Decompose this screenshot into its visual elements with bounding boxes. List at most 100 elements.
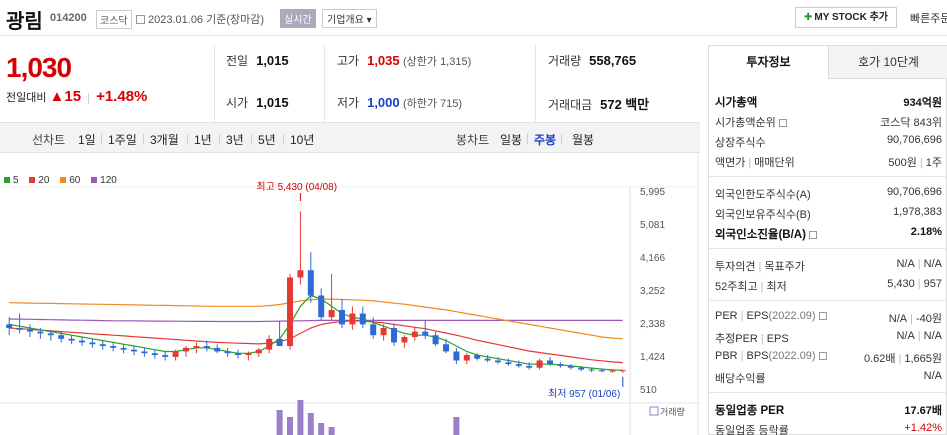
volume-label: 거래량 (548, 54, 582, 68)
candle-body (339, 309, 345, 325)
candle-body (474, 355, 481, 359)
line-chart-label: 선차트 (32, 133, 66, 147)
add-mystock-button[interactable]: ✚ MY STOCK 추가 (795, 7, 897, 28)
low-price: 저가 1,000 (하한가 715) (337, 94, 462, 111)
divider: | (758, 261, 762, 273)
candle-body (37, 331, 44, 334)
period-1d[interactable]: 1일 (78, 131, 96, 148)
info-label: 상장주식수 (715, 137, 766, 149)
y-tick-label: 510 (640, 385, 657, 396)
divider: | (526, 131, 530, 145)
candle-body (27, 329, 33, 332)
info-label-2: EPS (766, 333, 789, 345)
quote-date: 2023.01.06 기준(장마감) (136, 11, 264, 27)
info-label: 시가총액순위 (715, 114, 787, 130)
candle-body (99, 344, 106, 347)
volume-bar (453, 417, 460, 435)
help-icon[interactable] (778, 119, 787, 127)
help-icon[interactable] (818, 352, 827, 360)
open-value: 1,015 (256, 95, 289, 110)
volume-bar (318, 423, 325, 435)
invest-info-panel: 투자정보 호가 10단계 시가총액 934억원 시가총액순위 코스닥 843위 상장주식… (708, 45, 947, 435)
info-period: (2022.09) (768, 350, 816, 362)
candle-daily[interactable]: 일봉 (500, 131, 522, 148)
trade-amount: 거래대금 572 백만 (548, 94, 649, 113)
candle-body (203, 346, 210, 348)
calendar-icon (136, 15, 145, 24)
volume-bar (287, 417, 293, 435)
info-value-2: N/A (923, 330, 942, 342)
tab-invest-info[interactable]: 투자정보 (709, 46, 829, 79)
candle-body (547, 360, 553, 365)
realtime-button[interactable]: 실시간 (280, 9, 316, 28)
info-value: +1.42% (904, 422, 942, 434)
plus-icon: ✚ (804, 12, 813, 23)
up-arrow-icon: ▲ (49, 88, 65, 105)
candle-body (557, 364, 564, 366)
period-10y[interactable]: 10년 (290, 131, 314, 148)
price-chart[interactable]: 5 20 60 120 5,995 5,081 4,166 3,252 2,338 1,4… (0, 153, 700, 435)
divider: | (910, 313, 913, 325)
company-info-dropdown[interactable]: 기업개요 ▾ (322, 9, 377, 28)
open-price: 시가 1,015 (226, 94, 289, 111)
date-text: 2023.01.06 (148, 14, 204, 26)
candle-body (214, 347, 221, 352)
candle-body (349, 313, 356, 325)
candle-weekly[interactable]: 주봉 (534, 131, 556, 148)
info-label: 투자의견 | 목표주가 (715, 261, 805, 273)
candle-body (16, 327, 23, 330)
candle-body (505, 362, 512, 365)
volume-bar (276, 410, 283, 435)
info-row: 동일업종 등락률 +1.42% (715, 420, 946, 435)
market-badge: 코스닥 (96, 10, 132, 29)
info-label: 외국인소진율(B/A) (715, 226, 817, 242)
info-value-2: 1주 (925, 157, 942, 169)
low-value: 1,000 (367, 95, 400, 110)
tab-orderbook[interactable]: 호가 10단계 (829, 46, 947, 79)
info-value: 5,430 | 957 (887, 278, 942, 290)
volume-label: 거래량 (660, 406, 685, 417)
lower-limit: (하한가 715) (402, 98, 463, 110)
candle-body (359, 313, 366, 325)
volume: 거래량 558,765 (548, 52, 636, 69)
candle-body (47, 333, 54, 336)
candle-body (245, 353, 252, 356)
y-tick-label: 1,424 (640, 352, 665, 363)
help-icon[interactable] (808, 231, 817, 239)
info-value: 17.67배 (904, 405, 942, 417)
quick-order-link[interactable]: 빠른주문 (910, 10, 947, 26)
low-annotation: 최저 957 (01/06) (548, 388, 620, 400)
candle-body (463, 355, 470, 361)
period-3m[interactable]: 3개월 (150, 131, 179, 148)
section-divider (709, 176, 946, 177)
change-percent: +1.48% (96, 88, 148, 105)
stock-header: 광림 014200 코스닥 2023.01.06 기준(장마감) 실시간 기업개… (0, 0, 947, 36)
candle-body (224, 351, 231, 354)
divider (535, 45, 536, 122)
candle-body (131, 349, 137, 352)
info-value: N/A (923, 370, 942, 382)
info-label-2: 목표주가 (764, 261, 805, 273)
candle-monthly[interactable]: 월봉 (572, 131, 594, 148)
info-value: 500원 | 1주 (888, 157, 942, 169)
divider: | (740, 310, 744, 322)
info-row: 투자의견 | 목표주가 N/A | N/A (715, 256, 946, 274)
volume-bar (328, 427, 335, 435)
candle-body (391, 327, 397, 343)
volume-legend-swatch (649, 406, 659, 416)
divider: | (560, 131, 564, 145)
period-1y[interactable]: 1년 (194, 131, 212, 148)
ma120-line (9, 318, 623, 323)
period-5y[interactable]: 5년 (258, 131, 276, 148)
candle-body (307, 270, 314, 296)
help-icon[interactable] (818, 312, 827, 320)
candle-body (172, 351, 179, 357)
candle-body (370, 324, 377, 336)
candle-body (453, 351, 460, 361)
info-value-2: 957 (923, 278, 942, 290)
divider: | (917, 278, 921, 290)
section-divider (709, 392, 946, 393)
period-1w[interactable]: 1주일 (108, 131, 137, 148)
info-row: 액면가 | 매매단위 500원 | 1주 (715, 152, 946, 170)
period-3y[interactable]: 3년 (226, 131, 244, 148)
